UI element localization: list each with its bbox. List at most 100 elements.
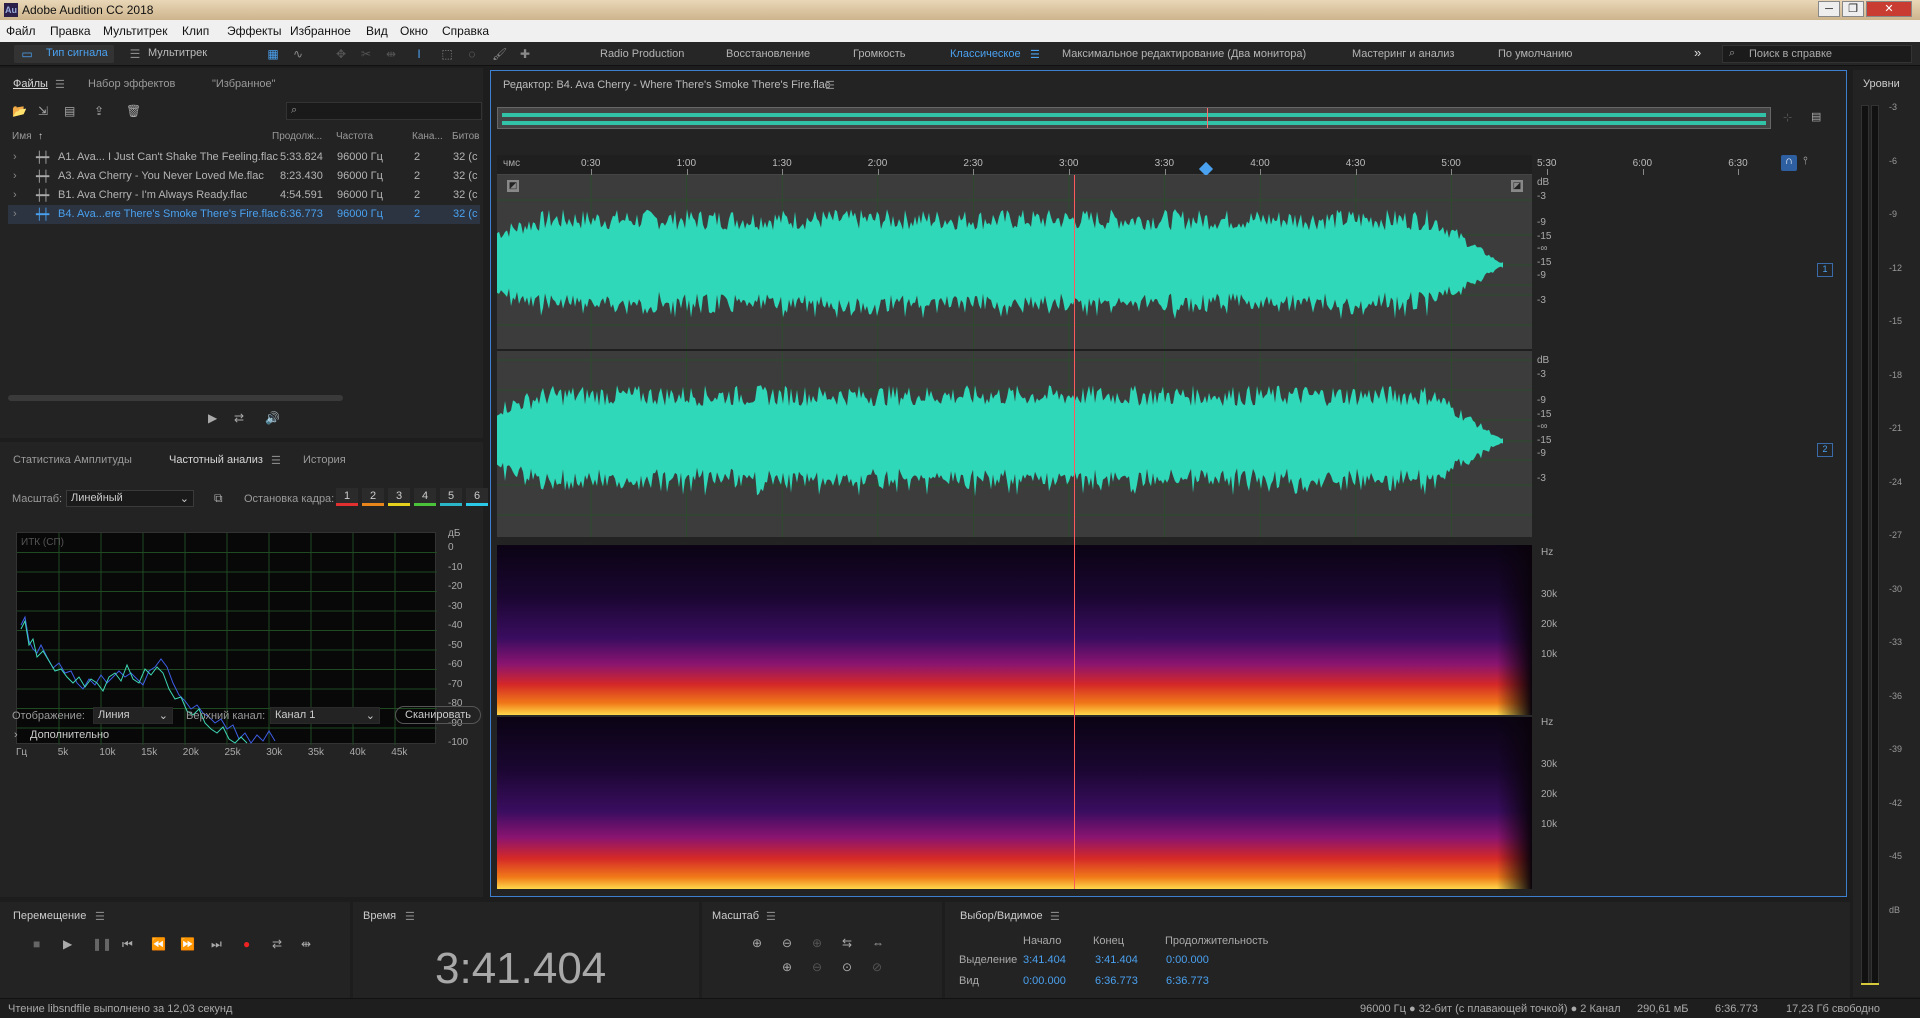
fast-forward-icon[interactable]: ⏩ <box>180 937 195 951</box>
zoom-out-playhead-icon[interactable]: ⊖ <box>812 960 822 974</box>
time-selection-tool-icon[interactable]: I <box>412 47 426 61</box>
workspace-max-editing[interactable]: Максимальное редактирование (Два монитор… <box>1062 48 1306 60</box>
minimize-button[interactable]: ─ <box>1818 1 1840 17</box>
selection-end[interactable]: 3:41.404 <box>1095 954 1138 966</box>
menu-multitrack[interactable]: Мультитрек <box>103 24 167 38</box>
column-bits[interactable]: Битов <box>452 131 480 142</box>
view-end[interactable]: 6:36.773 <box>1095 975 1138 987</box>
zoom-in-time-icon[interactable]: ⊕ <box>812 936 822 950</box>
analysis-menu-icon[interactable]: ☰ <box>271 454 281 467</box>
channel-1-badge[interactable]: 1 <box>1817 263 1833 277</box>
stop-icon[interactable]: ■ <box>33 937 40 951</box>
scale-select[interactable]: Линейный ⌄ <box>66 490 194 507</box>
overview-navigator[interactable] <box>497 107 1771 129</box>
spectrogram-area[interactable] <box>497 545 1532 889</box>
loop-playback-icon[interactable]: ⇄ <box>272 937 282 951</box>
workspace-loudness[interactable]: Громкость <box>853 48 905 60</box>
slip-tool-icon[interactable]: ⇹ <box>384 47 398 61</box>
close-window-button[interactable]: ✕ <box>1866 1 1912 17</box>
column-duration[interactable]: Продолж... <box>272 131 322 142</box>
file-row-selected[interactable]: › ┿┿ B4. Ava...ere There's Smoke There's… <box>8 205 480 224</box>
display-select[interactable]: Линия ⌄ <box>93 707 173 724</box>
workspace-restoration[interactable]: Восстановление <box>726 48 810 60</box>
expand-chevron-icon[interactable]: › <box>13 151 17 163</box>
rewind-icon[interactable]: ⏪ <box>151 937 166 951</box>
import-file-icon[interactable]: ⇲ <box>38 104 48 118</box>
snap-icon[interactable]: ∩ <box>1781 155 1797 171</box>
restore-button[interactable]: ❐ <box>1842 1 1864 17</box>
menu-favorites[interactable]: Избранное <box>290 24 351 38</box>
delete-file-icon[interactable]: 🗑 <box>126 104 141 118</box>
razor-tool-icon[interactable]: ✂ <box>359 47 373 61</box>
play-icon[interactable]: ▶ <box>63 937 72 951</box>
freeze-frame-button[interactable]: 4 <box>414 488 436 506</box>
view-duration[interactable]: 6:36.773 <box>1166 975 1209 987</box>
view-start[interactable]: 0:00.000 <box>1023 975 1066 987</box>
tab-files[interactable]: Файлы <box>13 78 48 90</box>
zoom-in-amplitude-icon[interactable]: ⊕ <box>752 936 762 950</box>
workspace-classic[interactable]: Классическое <box>950 48 1021 60</box>
selection-duration[interactable]: 0:00.000 <box>1166 954 1209 966</box>
preview-play-icon[interactable]: ▶ <box>208 411 217 425</box>
zoom-navigator-icon[interactable]: ⊹ <box>1783 111 1792 124</box>
file-row[interactable]: › ┿┿ A3. Ava Cherry - You Never Loved Me… <box>8 167 480 186</box>
selection-menu-icon[interactable]: ☰ <box>1050 910 1060 923</box>
zoom-out-amplitude-icon[interactable]: ⊖ <box>782 936 792 950</box>
open-file-icon[interactable]: 📂 <box>12 104 27 118</box>
channel-select[interactable]: Канал 1 ⌄ <box>270 707 380 724</box>
zoom-menu-icon[interactable]: ☰ <box>766 910 776 923</box>
expand-chevron-icon[interactable]: › <box>13 208 17 220</box>
tab-multitrack[interactable]: Мультитрек <box>148 47 207 59</box>
skip-selection-icon[interactable]: ⇹ <box>301 937 311 951</box>
files-horizontal-scrollbar[interactable] <box>8 395 343 401</box>
time-menu-icon[interactable]: ☰ <box>405 910 415 923</box>
freeze-frame-button[interactable]: 3 <box>388 488 410 506</box>
fade-in-handle-icon[interactable]: ◩ <box>507 180 519 192</box>
record-icon[interactable]: ● <box>243 937 250 951</box>
workspace-radio-production[interactable]: Radio Production <box>600 48 684 60</box>
lasso-tool-icon[interactable]: ◌ <box>465 47 479 61</box>
time-ruler[interactable]: чмс 0:30 1:00 1:30 2:00 2:30 3:00 3:30 4:00 4:30… <box>497 155 1748 177</box>
freeze-frame-button[interactable]: 5 <box>440 488 462 506</box>
preview-autoplay-icon[interactable]: 🔊 <box>265 411 280 425</box>
zoom-to-selection-icon[interactable]: ⇔ <box>872 936 884 950</box>
zoom-out-full-icon[interactable]: ⇆ <box>842 936 852 950</box>
brush-tool-icon[interactable]: 🖌 <box>492 47 507 61</box>
column-name[interactable]: Имя <box>12 131 31 142</box>
menu-edit[interactable]: Правка <box>50 24 91 38</box>
file-row[interactable]: › ┿┿ A1. Ava... I Just Can't Shake The F… <box>8 148 480 167</box>
playhead[interactable] <box>1073 175 1075 889</box>
scan-button[interactable]: Сканировать <box>395 706 481 724</box>
menu-file[interactable]: Файл <box>6 24 36 38</box>
help-search-box[interactable]: ⌕ Поиск в справке <box>1722 45 1912 63</box>
healing-tool-icon[interactable]: ✚ <box>518 47 532 61</box>
tab-waveform[interactable]: Тип сигнала <box>46 47 108 59</box>
preview-loop-icon[interactable]: ⇄ <box>234 411 244 425</box>
tab-favorites[interactable]: "Избранное" <box>212 78 276 90</box>
menu-clip[interactable]: Клип <box>182 24 209 38</box>
zoom-selection-in-icon[interactable]: ⊙ <box>842 960 852 974</box>
time-display[interactable]: 3:41.404 <box>435 944 606 994</box>
menu-view[interactable]: Вид <box>366 24 388 38</box>
fade-out-handle-icon[interactable]: ◪ <box>1511 180 1523 192</box>
tab-history[interactable]: История <box>303 454 346 466</box>
go-to-end-icon[interactable]: ⏭ <box>211 937 222 952</box>
new-file-icon[interactable]: ▤ <box>64 104 75 118</box>
file-row[interactable]: › ┿┿ B1. Ava Cherry - I'm Always Ready.f… <box>8 186 480 205</box>
spectral-display-icon[interactable]: ∿ <box>291 47 305 61</box>
channel-2-badge[interactable]: 2 <box>1817 443 1833 457</box>
freeze-frame-button[interactable]: 1 <box>336 488 358 506</box>
tab-effects-rack[interactable]: Набор эффектов <box>88 78 175 90</box>
menu-window[interactable]: Окно <box>400 24 428 38</box>
transport-menu-icon[interactable]: ☰ <box>95 910 105 923</box>
overview-menu-icon[interactable]: ▤ <box>1811 110 1821 123</box>
workspace-default[interactable]: По умолчанию <box>1498 48 1572 60</box>
editor-menu-icon[interactable]: ☰ <box>825 79 835 92</box>
playhead-handle[interactable] <box>1198 161 1214 177</box>
column-rate[interactable]: Частота <box>336 131 373 142</box>
waveform-area[interactable]: ◩ ◪ <box>497 175 1532 537</box>
more-workspaces-button[interactable]: » <box>1694 45 1701 60</box>
selection-start[interactable]: 3:41.404 <box>1023 954 1066 966</box>
workspace-mastering[interactable]: Мастеринг и анализ <box>1352 48 1454 60</box>
workspace-menu-icon[interactable]: ☰ <box>1030 48 1040 61</box>
